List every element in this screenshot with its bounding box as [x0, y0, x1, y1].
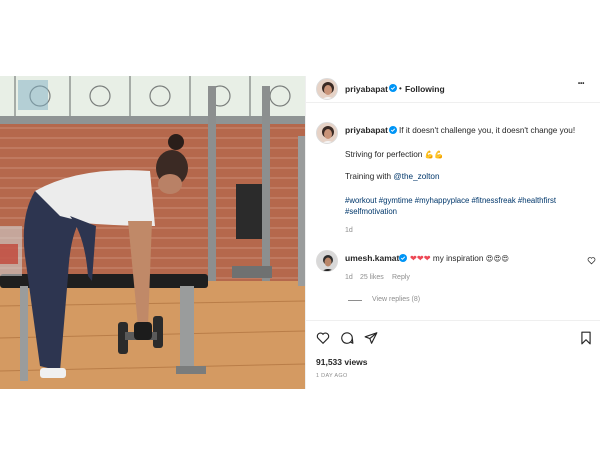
avatar-image	[317, 79, 337, 99]
post-photo[interactable]	[0, 76, 305, 389]
caption-age: 1d	[345, 227, 353, 234]
replies-divider	[348, 300, 362, 301]
verified-badge-icon	[389, 126, 397, 134]
hashtags-line-2[interactable]: #selfmotivation	[345, 206, 397, 217]
comment-age: 1d	[345, 274, 353, 281]
following-button[interactable]: Following	[405, 84, 445, 94]
comment-text: ❤❤❤ my inspiration 😍😍😍	[410, 253, 509, 264]
caption-line-2: Striving for perfection 💪💪	[345, 149, 443, 160]
caption-line-2-emoji: 💪💪	[424, 150, 444, 159]
post-side-panel: priyabapat • Following ••• priyabapat If…	[305, 76, 600, 389]
separator-dot: •	[399, 84, 402, 93]
post-header: priyabapat • Following •••	[306, 76, 600, 103]
share-icon[interactable]	[364, 331, 378, 345]
avatar-image	[317, 251, 337, 271]
heart-icon[interactable]	[316, 331, 330, 345]
author-avatar[interactable]	[316, 78, 338, 100]
comment-hearts: ❤❤❤	[410, 254, 431, 263]
comment-emoji: 😍😍😍	[485, 254, 510, 263]
post-actions: 91,533 views 1 DAY AGO	[306, 320, 600, 389]
comment-heart-icon[interactable]	[587, 256, 596, 265]
post-time-ago: 1 DAY AGO	[316, 373, 348, 379]
bookmark-icon[interactable]	[579, 331, 593, 345]
view-count[interactable]: 91,533 views	[316, 357, 368, 367]
caption-line-3: Training with @the_zolton	[345, 171, 440, 182]
verified-badge-icon	[399, 254, 407, 262]
avatar-image	[317, 123, 337, 143]
commenter-avatar[interactable]	[316, 250, 338, 272]
verified-badge-icon	[389, 84, 397, 92]
comment-icon[interactable]	[340, 331, 354, 345]
view-replies-button[interactable]: View replies (8)	[372, 296, 420, 303]
more-icon[interactable]: •••	[578, 81, 584, 87]
commenter-username[interactable]: umesh.kamat	[345, 253, 399, 263]
caption-line-3-prefix: Training with	[345, 172, 392, 181]
caption-username[interactable]: priyabapat	[345, 125, 388, 135]
mention-link[interactable]: @the_zolton	[393, 172, 439, 181]
comment-likes[interactable]: 25 likes	[360, 274, 384, 281]
caption-avatar[interactable]	[316, 122, 338, 144]
hashtags-line-1[interactable]: #workout #gymtime #myhappyplace #fitness…	[345, 195, 556, 206]
caption-line-1: If it doesn't challenge you, it doesn't …	[399, 126, 576, 135]
comment-body: my inspiration	[432, 254, 484, 263]
author-username[interactable]: priyabapat	[345, 84, 388, 94]
workout-photo-illustration	[0, 76, 305, 389]
reply-button[interactable]: Reply	[392, 274, 410, 281]
caption-line-2-text: Striving for perfection	[345, 150, 423, 159]
instagram-post: priyabapat • Following ••• priyabapat If…	[0, 76, 600, 389]
